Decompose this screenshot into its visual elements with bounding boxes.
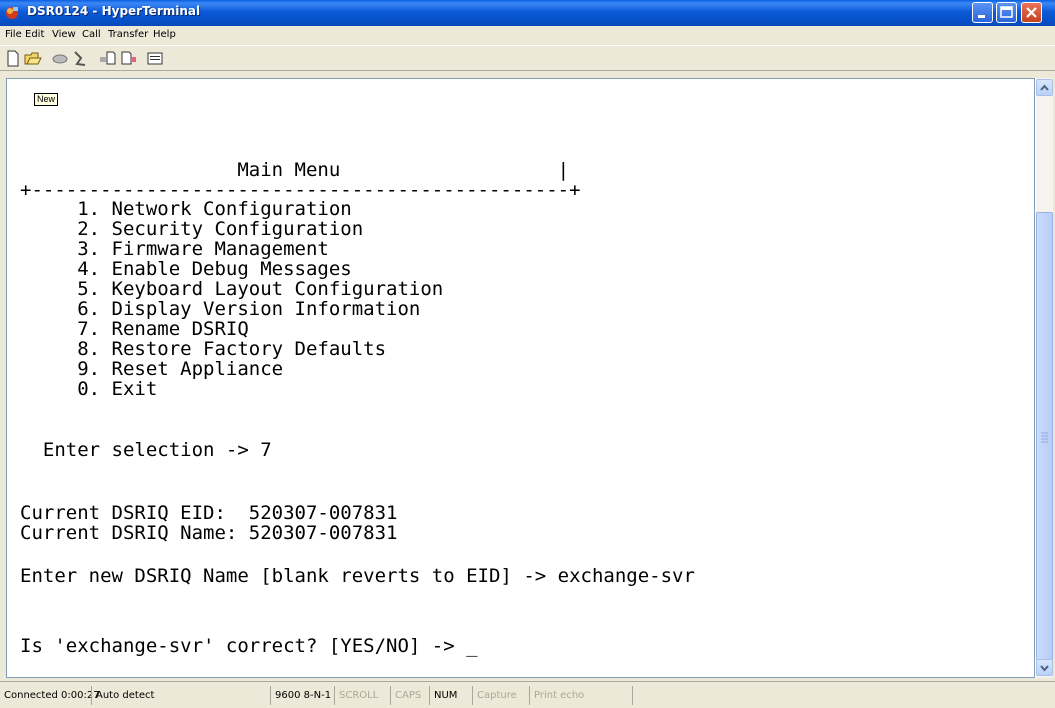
terminal-line: 8. Restore Factory Defaults [20, 338, 387, 360]
terminal-line: +---------------------------------------… [20, 179, 581, 201]
grip-icon [1041, 432, 1048, 443]
terminal-output[interactable]: Main Menu | +---------------------------… [20, 79, 1034, 677]
status-connected: Connected 0:00:27 [4, 690, 100, 701]
menu-help[interactable]: Help [153, 29, 176, 40]
status-detect: Auto detect [91, 686, 267, 705]
terminal-line: 7. Rename DSRIQ [20, 318, 249, 340]
arrow-up-icon [1040, 84, 1049, 91]
terminal-line: 0. Exit [20, 378, 158, 400]
hyperterminal-app-icon [6, 7, 18, 19]
menu-view[interactable]: View [52, 29, 76, 40]
terminal-line: Current DSRIQ EID: 520307-007831 [20, 502, 398, 524]
terminal-line: Main Menu | [20, 159, 570, 181]
status-caps: CAPS [390, 686, 426, 705]
terminal-line: 6. Display Version Information [20, 298, 421, 320]
scroll-up-button[interactable] [1036, 79, 1053, 96]
status-settings: 9600 8-N-1 [270, 686, 331, 705]
terminal-line: Is 'exchange-svr' correct? [YES/NO] -> _ [20, 635, 478, 657]
status-capture: Capture [472, 686, 526, 705]
menu-bar: File Edit View Call Transfer Help [0, 26, 1055, 45]
status-bar: Connected 0:00:27 Auto detect 9600 8-N-1… [0, 681, 1055, 708]
new-icon[interactable] [3, 49, 23, 68]
call-icon[interactable] [71, 49, 91, 68]
terminal-line: 3. Firmware Management [20, 238, 329, 260]
properties-icon[interactable] [145, 49, 165, 68]
scroll-down-button[interactable] [1036, 659, 1053, 676]
status-scroll: SCROLL [334, 686, 387, 705]
terminal-line: 5. Keyboard Layout Configuration [20, 278, 444, 300]
hyperterminal-window: DSR0124 - HyperTerminal File Edit View C… [0, 0, 1055, 708]
status-print-echo: Print echo [529, 686, 629, 705]
maximize-icon [1000, 6, 1013, 18]
arrow-down-icon [1040, 665, 1049, 672]
minimize-button[interactable] [972, 2, 993, 23]
menu-edit[interactable]: Edit [25, 29, 44, 40]
window-title: DSR0124 - HyperTerminal [27, 4, 201, 18]
send-icon[interactable] [98, 49, 118, 68]
terminal-line: 4. Enable Debug Messages [20, 258, 352, 280]
close-icon [1026, 7, 1037, 18]
status-num: NUM [429, 686, 469, 705]
minimize-icon [978, 15, 985, 18]
receive-icon[interactable] [118, 49, 138, 68]
toolbar [0, 45, 1055, 71]
terminal-line: 1. Network Configuration [20, 198, 352, 220]
open-icon[interactable] [23, 49, 43, 68]
scroll-thumb[interactable] [1036, 212, 1053, 660]
close-button[interactable] [1021, 2, 1042, 23]
disconnect-icon[interactable] [50, 49, 70, 68]
title-bar[interactable]: DSR0124 - HyperTerminal [0, 0, 1055, 26]
terminal-line: Enter new DSRIQ Name [blank reverts to E… [20, 565, 695, 587]
terminal-line: 9. Reset Appliance [20, 358, 284, 380]
terminal-line: Current DSRIQ Name: 520307-007831 [20, 522, 398, 544]
terminal-line: 2. Security Configuration [20, 218, 364, 240]
menu-transfer[interactable]: Transfer [108, 29, 148, 40]
menu-call[interactable]: Call [82, 29, 101, 40]
maximize-button[interactable] [996, 2, 1017, 23]
terminal-line: Enter selection -> 7 [20, 439, 272, 461]
menu-file[interactable]: File [5, 29, 22, 40]
vertical-scrollbar[interactable] [1035, 78, 1053, 678]
status-empty [632, 686, 1042, 705]
